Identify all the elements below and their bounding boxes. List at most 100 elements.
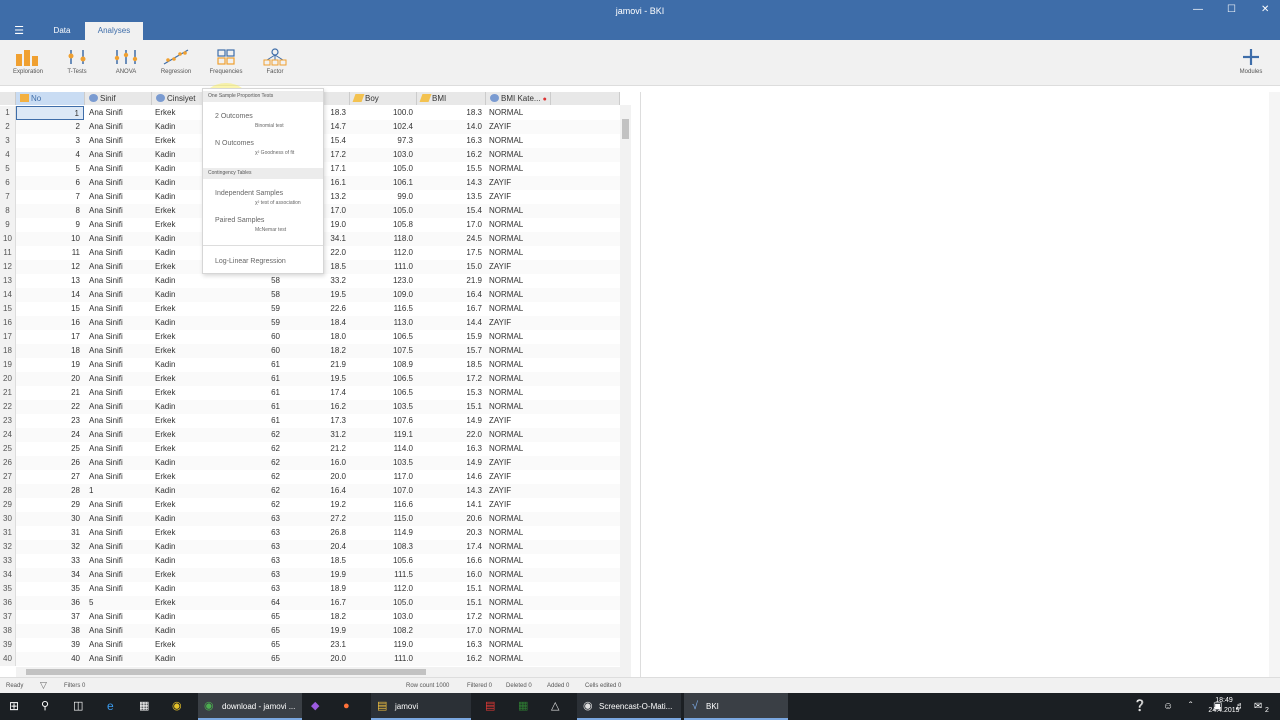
- table-cell[interactable]: Kadin: [152, 512, 216, 526]
- table-row[interactable]: 37 37 Ana Sinifi Kadin 65 18.2 103.0 17.2 NORMAL: [0, 610, 620, 624]
- table-row[interactable]: 29 29 Ana Sinifi Erkek 62 19.2 116.6 14.1 ZAYIF: [0, 498, 620, 512]
- table-cell[interactable]: Ana Sinifi: [85, 386, 151, 400]
- menu-item-independent-samples[interactable]: Independent Samples: [215, 190, 283, 197]
- taskbar-app-screencast[interactable]: ◉ Screencast-O-Mati...: [577, 693, 681, 720]
- taskbar-app-chrome[interactable]: ◉ download - jamovi ...: [198, 693, 302, 720]
- table-cell[interactable]: 21.9: [417, 274, 485, 288]
- table-cell[interactable]: 63: [217, 526, 283, 540]
- table-cell[interactable]: 4: [16, 148, 84, 162]
- table-cell[interactable]: 20: [16, 372, 84, 386]
- table-cell[interactable]: 23.1: [284, 638, 349, 652]
- table-cell[interactable]: 106.5: [350, 372, 416, 386]
- table-cell[interactable]: Ana Sinifi: [85, 638, 151, 652]
- table-cell[interactable]: 15: [16, 302, 84, 316]
- table-cell[interactable]: NORMAL: [486, 274, 550, 288]
- table-cell[interactable]: 108.2: [350, 624, 416, 638]
- row-number[interactable]: 21: [0, 386, 16, 400]
- row-number[interactable]: 33: [0, 554, 16, 568]
- table-cell[interactable]: 19.9: [284, 568, 349, 582]
- table-cell[interactable]: Ana Sinifi: [85, 372, 151, 386]
- row-number[interactable]: 10: [0, 232, 16, 246]
- table-cell[interactable]: Kadin: [152, 624, 216, 638]
- row-number[interactable]: 17: [0, 330, 16, 344]
- minimize-icon[interactable]: —: [1193, 4, 1203, 15]
- table-cell[interactable]: 61: [217, 400, 283, 414]
- table-cell[interactable]: 31.2: [284, 428, 349, 442]
- taskbar-app-explorer[interactable]: ▤ jamovi: [371, 693, 471, 720]
- row-number[interactable]: 36: [0, 596, 16, 610]
- table-cell[interactable]: 27.2: [284, 512, 349, 526]
- table-cell[interactable]: 105.8: [350, 218, 416, 232]
- table-cell[interactable]: 17.2: [417, 372, 485, 386]
- table-cell[interactable]: NORMAL: [486, 610, 550, 624]
- table-cell[interactable]: 106.5: [350, 386, 416, 400]
- table-row[interactable]: 19 19 Ana Sinifi Kadin 61 21.9 108.9 18.5 NORMAL: [0, 358, 620, 372]
- table-cell[interactable]: Erkek: [152, 428, 216, 442]
- row-number[interactable]: 28: [0, 484, 16, 498]
- table-cell[interactable]: Ana Sinifi: [85, 148, 151, 162]
- table-cell[interactable]: Erkek: [152, 568, 216, 582]
- row-number[interactable]: 40: [0, 652, 16, 666]
- table-cell[interactable]: 7: [16, 190, 84, 204]
- table-cell[interactable]: 111.0: [350, 260, 416, 274]
- table-cell[interactable]: 64: [217, 596, 283, 610]
- table-cell[interactable]: NORMAL: [486, 582, 550, 596]
- table-cell[interactable]: 22: [16, 400, 84, 414]
- table-cell[interactable]: 16.7: [284, 596, 349, 610]
- table-cell[interactable]: 24: [16, 428, 84, 442]
- table-cell[interactable]: 116.5: [350, 302, 416, 316]
- table-cell[interactable]: NORMAL: [486, 106, 550, 120]
- table-cell[interactable]: NORMAL: [486, 428, 550, 442]
- table-cell[interactable]: Erkek: [152, 344, 216, 358]
- table-cell[interactable]: 21.9: [284, 358, 349, 372]
- table-row[interactable]: 30 30 Ana Sinifi Kadin 63 27.2 115.0 20.6 NORMAL: [0, 512, 620, 526]
- table-cell[interactable]: Ana Sinifi: [85, 470, 151, 484]
- table-cell[interactable]: Ana Sinifi: [85, 512, 151, 526]
- table-cell[interactable]: 21.2: [284, 442, 349, 456]
- table-cell[interactable]: Ana Sinifi: [85, 288, 151, 302]
- table-cell[interactable]: 14.3: [417, 176, 485, 190]
- table-row[interactable]: 20 20 Ana Sinifi Erkek 61 19.5 106.5 17.2 NORMAL: [0, 372, 620, 386]
- table-row[interactable]: 40 40 Ana Sinifi Kadin 65 20.0 111.0 16.2 NORMAL: [0, 652, 620, 666]
- table-row[interactable]: 38 38 Ana Sinifi Kadin 65 19.9 108.2 17.0 NORMAL: [0, 624, 620, 638]
- table-cell[interactable]: 58: [217, 274, 283, 288]
- table-cell[interactable]: 8: [16, 204, 84, 218]
- table-cell[interactable]: Ana Sinifi: [85, 624, 151, 638]
- table-cell[interactable]: 63: [217, 554, 283, 568]
- table-cell[interactable]: NORMAL: [486, 596, 550, 610]
- table-cell[interactable]: 38: [16, 624, 84, 638]
- table-cell[interactable]: 3: [16, 134, 84, 148]
- table-cell[interactable]: 15.3: [417, 386, 485, 400]
- row-number[interactable]: 14: [0, 288, 16, 302]
- table-cell[interactable]: 102.4: [350, 120, 416, 134]
- table-cell[interactable]: 65: [217, 610, 283, 624]
- anova-button[interactable]: ANOVA: [104, 44, 148, 84]
- table-cell[interactable]: 107.0: [350, 484, 416, 498]
- table-cell[interactable]: 20.4: [284, 540, 349, 554]
- table-cell[interactable]: 17.4: [284, 386, 349, 400]
- table-cell[interactable]: NORMAL: [486, 344, 550, 358]
- modules-button[interactable]: Modules: [1229, 44, 1273, 84]
- row-number[interactable]: 5: [0, 162, 16, 176]
- table-cell[interactable]: 107.6: [350, 414, 416, 428]
- table-cell[interactable]: Ana Sinifi: [85, 456, 151, 470]
- table-cell[interactable]: Ana Sinifi: [85, 414, 151, 428]
- table-cell[interactable]: Kadin: [152, 288, 216, 302]
- table-cell[interactable]: NORMAL: [486, 442, 550, 456]
- table-cell[interactable]: 109.0: [350, 288, 416, 302]
- table-cell[interactable]: 116.6: [350, 498, 416, 512]
- table-cell[interactable]: 103.0: [350, 148, 416, 162]
- column-header-empty[interactable]: [551, 92, 620, 105]
- table-cell[interactable]: 14.0: [417, 120, 485, 134]
- table-cell[interactable]: Ana Sinifi: [85, 652, 151, 666]
- table-cell[interactable]: ZAYIF: [486, 470, 550, 484]
- table-cell[interactable]: NORMAL: [486, 526, 550, 540]
- table-cell[interactable]: 34: [16, 568, 84, 582]
- table-cell[interactable]: 36: [16, 596, 84, 610]
- table-cell[interactable]: Ana Sinifi: [85, 400, 151, 414]
- table-cell[interactable]: Erkek: [152, 302, 216, 316]
- results-pane[interactable]: [640, 92, 1270, 677]
- table-row[interactable]: 16 16 Ana Sinifi Kadin 59 18.4 113.0 14.4 ZAYIF: [0, 316, 620, 330]
- table-cell[interactable]: Kadin: [152, 582, 216, 596]
- edge-icon[interactable]: e: [107, 693, 114, 720]
